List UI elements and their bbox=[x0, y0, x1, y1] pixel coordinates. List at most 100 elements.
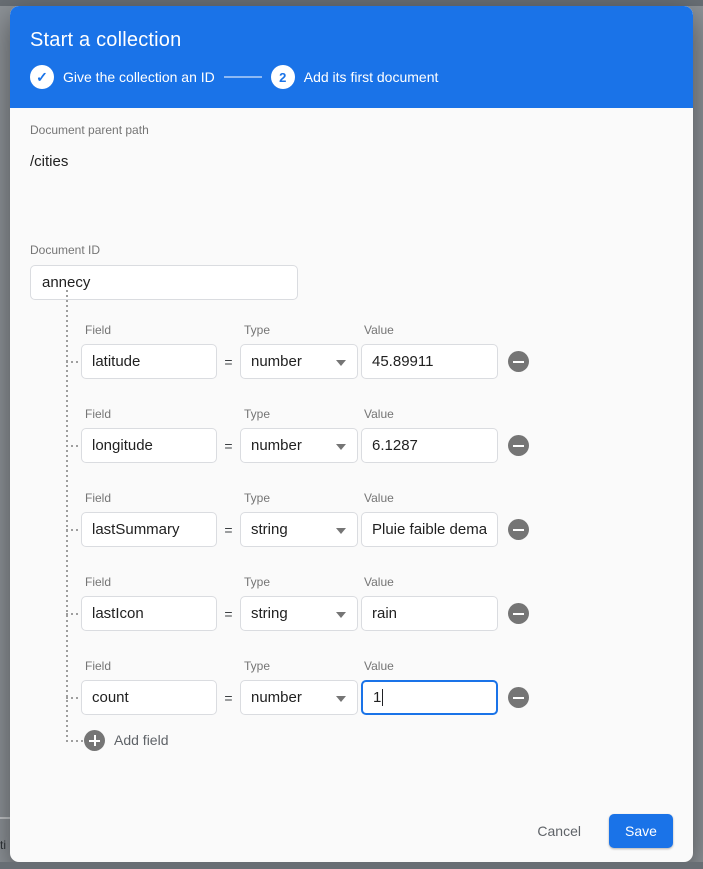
step-2: 2 Add its first document bbox=[271, 65, 439, 89]
type-column-label: Type bbox=[240, 491, 360, 505]
type-select[interactable]: number bbox=[240, 680, 358, 715]
type-column-label: Type bbox=[240, 407, 360, 421]
remove-field-button[interactable] bbox=[508, 519, 529, 540]
parent-path-label: Document parent path bbox=[30, 108, 673, 137]
type-select-value: string bbox=[251, 605, 288, 622]
remove-field-button[interactable] bbox=[508, 603, 529, 624]
step-2-number: 2 bbox=[279, 71, 286, 84]
field-row-labels: Field Type Value bbox=[81, 575, 673, 589]
field-row-inputs: lastIcon = string rain bbox=[81, 596, 673, 631]
field-rows: Field Type Value latitude = number 45.89… bbox=[30, 300, 673, 762]
field-row-inputs: lastSummary = string Pluie faible demain bbox=[81, 512, 673, 547]
field-row: Field Type Value count = number 1 bbox=[30, 636, 673, 720]
value-input[interactable]: 6.1287 bbox=[361, 428, 498, 463]
type-select[interactable]: string bbox=[240, 512, 358, 547]
document-id-input[interactable]: annecy bbox=[30, 265, 298, 300]
dropdown-arrow-icon bbox=[336, 612, 346, 618]
dialog-footer: Cancel Save bbox=[525, 814, 673, 848]
field-name-input[interactable]: lastIcon bbox=[81, 596, 217, 631]
value-input[interactable]: 1 bbox=[361, 680, 498, 715]
field-name-input[interactable]: longitude bbox=[81, 428, 217, 463]
remove-field-button[interactable] bbox=[508, 435, 529, 456]
add-field-button[interactable] bbox=[84, 730, 105, 751]
step-2-indicator: 2 bbox=[271, 65, 295, 89]
equals-sign: = bbox=[217, 690, 240, 706]
modal-backdrop: ti Start a collection ✓ Give the collect… bbox=[0, 0, 703, 869]
text-caret bbox=[382, 689, 383, 706]
minus-icon bbox=[513, 445, 524, 447]
step-1: ✓ Give the collection an ID bbox=[30, 65, 215, 89]
field-row: Field Type Value longitude = number 6.12… bbox=[30, 384, 673, 468]
type-select-value: number bbox=[251, 689, 302, 706]
field-row: Field Type Value latitude = number 45.89… bbox=[30, 300, 673, 384]
step-2-label: Add its first document bbox=[304, 69, 439, 85]
equals-sign: = bbox=[217, 438, 240, 454]
field-column-label: Field bbox=[81, 491, 240, 505]
save-button[interactable]: Save bbox=[609, 814, 673, 848]
value-column-label: Value bbox=[360, 575, 497, 589]
type-select[interactable]: number bbox=[240, 344, 358, 379]
cancel-button[interactable]: Cancel bbox=[525, 815, 593, 847]
type-select-value: number bbox=[251, 353, 302, 370]
field-row-labels: Field Type Value bbox=[81, 407, 673, 421]
add-field-row: Add field bbox=[30, 720, 673, 762]
field-row: Field Type Value lastSummary = string Pl… bbox=[30, 468, 673, 552]
remove-field-button[interactable] bbox=[508, 687, 529, 708]
minus-icon bbox=[513, 529, 524, 531]
add-field-label[interactable]: Add field bbox=[114, 730, 168, 751]
type-column-label: Type bbox=[240, 575, 360, 589]
type-column-label: Type bbox=[240, 323, 360, 337]
value-column-label: Value bbox=[360, 323, 497, 337]
field-row-labels: Field Type Value bbox=[81, 659, 673, 673]
value-text: 1 bbox=[373, 682, 381, 713]
value-input[interactable]: 45.89911 bbox=[361, 344, 498, 379]
type-column-label: Type bbox=[240, 659, 360, 673]
value-column-label: Value bbox=[360, 407, 497, 421]
value-text: Pluie faible demain bbox=[372, 513, 487, 546]
field-name-input[interactable]: lastSummary bbox=[81, 512, 217, 547]
field-row-inputs: latitude = number 45.89911 bbox=[81, 344, 673, 379]
remove-field-button[interactable] bbox=[508, 351, 529, 372]
dialog-header: Start a collection ✓ Give the collection… bbox=[10, 6, 693, 108]
equals-sign: = bbox=[217, 522, 240, 538]
value-text: 6.1287 bbox=[372, 429, 418, 462]
field-row-labels: Field Type Value bbox=[81, 491, 673, 505]
value-text: 45.89911 bbox=[372, 345, 433, 378]
minus-icon bbox=[513, 613, 524, 615]
field-row-inputs: count = number 1 bbox=[81, 680, 673, 715]
stepper: ✓ Give the collection an ID 2 Add its fi… bbox=[30, 65, 673, 89]
field-row: Field Type Value lastIcon = string rain bbox=[30, 552, 673, 636]
type-select-value: string bbox=[251, 521, 288, 538]
value-input[interactable]: rain bbox=[361, 596, 498, 631]
value-text: rain bbox=[372, 597, 397, 630]
parent-path-value: /cities bbox=[30, 153, 673, 170]
value-column-label: Value bbox=[360, 659, 497, 673]
equals-sign: = bbox=[217, 606, 240, 622]
value-input[interactable]: Pluie faible demain bbox=[361, 512, 498, 547]
dialog-body: Document parent path /cities Document ID… bbox=[10, 108, 693, 762]
step-1-indicator: ✓ bbox=[30, 65, 54, 89]
field-row-labels: Field Type Value bbox=[81, 323, 673, 337]
minus-icon bbox=[513, 697, 524, 699]
field-column-label: Field bbox=[81, 659, 240, 673]
type-select[interactable]: number bbox=[240, 428, 358, 463]
start-collection-dialog: Start a collection ✓ Give the collection… bbox=[10, 6, 693, 862]
background-text-fragment: ti bbox=[0, 838, 6, 852]
field-column-label: Field bbox=[81, 575, 240, 589]
type-select[interactable]: string bbox=[240, 596, 358, 631]
check-icon: ✓ bbox=[36, 70, 48, 84]
equals-sign: = bbox=[217, 354, 240, 370]
step-connector-line bbox=[224, 76, 262, 78]
field-column-label: Field bbox=[81, 407, 240, 421]
dropdown-arrow-icon bbox=[336, 444, 346, 450]
document-id-label: Document ID bbox=[30, 243, 673, 257]
field-name-input[interactable]: count bbox=[81, 680, 217, 715]
dropdown-arrow-icon bbox=[336, 360, 346, 366]
minus-icon bbox=[513, 361, 524, 363]
field-column-label: Field bbox=[81, 323, 240, 337]
step-1-label: Give the collection an ID bbox=[63, 69, 215, 85]
dropdown-arrow-icon bbox=[336, 696, 346, 702]
field-name-input[interactable]: latitude bbox=[81, 344, 217, 379]
dialog-title: Start a collection bbox=[30, 29, 673, 52]
background-page-divider bbox=[0, 817, 10, 819]
